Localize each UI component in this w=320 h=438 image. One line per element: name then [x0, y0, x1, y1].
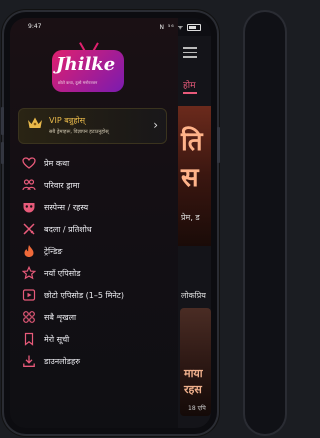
- vip-subtitle: सबै ड्रेमाहरू, विज्ञापन हटाउनुहोस्: [49, 129, 109, 135]
- menu-item-trending[interactable]: ट्रेन्डिङ: [10, 241, 178, 263]
- card-title-line1: माया: [184, 367, 203, 380]
- tab-indicator: [183, 92, 197, 94]
- card-caption: 18 एपि: [188, 405, 206, 412]
- heart-icon: [22, 157, 36, 169]
- download-icon: [23, 355, 35, 367]
- menu-item-suspense[interactable]: सस्पेन्स / रहस्य: [10, 197, 178, 219]
- adjacent-phone-frame: [245, 12, 285, 434]
- logo-wordmark: Jhilke: [56, 54, 116, 75]
- star-icon: [22, 266, 36, 280]
- power-button: [217, 127, 220, 163]
- grid-icon: [23, 311, 35, 323]
- play-icon: [22, 289, 36, 301]
- menu-item-label: परिवार ड्रामा: [44, 181, 80, 190]
- swords-icon: [23, 223, 35, 235]
- menu-item-label: सस्पेन्स / रहस्य: [44, 203, 89, 212]
- menu-item-label: सबै शृखला: [44, 313, 77, 322]
- logo-tagline: छोटो कथा, ठूलो मनोरञ्जन: [58, 80, 98, 85]
- menu-item-my-list[interactable]: मेरो सूची: [10, 329, 178, 351]
- menu-item-short-episodes[interactable]: छोटो एपिसोड (1–5 मिनेट): [10, 285, 178, 307]
- volume-button: [1, 142, 4, 164]
- menu-item-family-drama[interactable]: परिवार ड्रामा: [10, 175, 178, 197]
- menu-item-new-episodes[interactable]: नयाँ एपिसोड: [10, 263, 178, 285]
- app-logo: Jhilke छोटो कथा, ठूलो मनोरञ्जन: [48, 42, 130, 98]
- family-icon: [22, 179, 36, 191]
- menu-item-revenge[interactable]: बदला / प्रतिशोध: [10, 219, 178, 241]
- menu-item-label: बदला / प्रतिशोध: [44, 225, 92, 234]
- bookmark-icon: [24, 332, 34, 346]
- phone-frame: 9:47 N ⁵⁶ ᯤ होम ति स प्रेम, ड लोकप्रिय म…: [1, 12, 220, 434]
- signal-icons: N ⁵⁶ ᯤ: [159, 24, 185, 31]
- crown-icon: [28, 117, 42, 128]
- chevron-right-icon: ›: [153, 118, 158, 132]
- menu-item-label: मेरो सूची: [44, 335, 70, 344]
- flame-icon: [24, 245, 34, 257]
- menu-item-label: छोटो एपिसोड (1–5 मिनेट): [44, 291, 124, 300]
- battery-icon: [187, 24, 201, 31]
- menu-item-label: नयाँ एपिसोड: [44, 269, 81, 278]
- menu-item-label: प्रेम कथा: [44, 159, 70, 168]
- menu-item-label: डाउनलोडहरु: [44, 357, 80, 366]
- banner-title-line1: ति: [181, 127, 203, 157]
- menu-item-label: ट्रेन्डिङ: [44, 247, 63, 256]
- featured-banner[interactable]: ति स प्रेम, ड: [178, 106, 211, 246]
- banner-caption: प्रेम, ड: [181, 213, 200, 222]
- menu-item-all-series[interactable]: सबै शृखला: [10, 307, 178, 329]
- tab-home[interactable]: होम: [183, 78, 196, 91]
- volume-button: [1, 107, 4, 135]
- menu-item-love-story[interactable]: प्रेम कथा: [10, 153, 178, 175]
- vip-banner[interactable]: VIP बन्नुहोस् सबै ड्रेमाहरू, विज्ञापन हट…: [18, 108, 167, 144]
- show-card[interactable]: माया रहस 18 एपि: [180, 308, 211, 416]
- vip-title: VIP बन्नुहोस्: [49, 116, 86, 125]
- status-time: 9:47: [28, 23, 42, 30]
- navigation-drawer: Jhilke छोटो कथा, ठूलो मनोरञ्जन VIP बन्नु…: [10, 18, 178, 428]
- section-title: लोकप्रिय: [181, 291, 206, 300]
- card-title-line2: रहस: [184, 383, 202, 396]
- menu-item-downloads[interactable]: डाउनलोडहरु: [10, 351, 178, 373]
- banner-title-line2: स: [181, 163, 199, 193]
- screen: 9:47 N ⁵⁶ ᯤ होम ति स प्रेम, ड लोकप्रिय म…: [10, 18, 211, 428]
- mask-icon: [23, 203, 35, 213]
- menu-icon[interactable]: [183, 44, 197, 61]
- status-icons: N ⁵⁶ ᯤ: [159, 23, 201, 31]
- status-bar: 9:47 N ⁵⁶ ᯤ: [10, 18, 211, 36]
